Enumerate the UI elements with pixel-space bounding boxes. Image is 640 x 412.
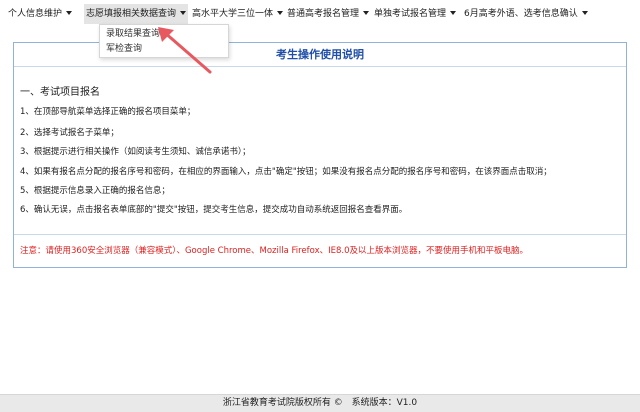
nav-college-exam-registration-menu[interactable]: 普通高考报名管理 [287, 7, 370, 21]
top-navigation-bar: 个人信息维护 志愿填报相关数据查询 高水平大学三位一体 普通高考报名管理 单独考… [0, 0, 640, 26]
nav-label: 高水平大学三位一体 [192, 9, 274, 19]
instruction-step: 6、确认无误，点击报名表单底部的"提交"按钮，提交考生信息，提交成功自动系统返回… [20, 205, 408, 215]
caret-down-icon [363, 10, 370, 15]
system-version-text: 系统版本：V1.0 [351, 398, 418, 408]
caret-down-icon [277, 10, 284, 15]
panel-divider [14, 234, 626, 235]
section-heading: 一、考试项目报名 [20, 87, 100, 98]
caret-down-icon [581, 10, 588, 15]
instructions-panel: 考生操作使用说明 一、考试项目报名 1、在顶部导航菜单选择正确的报名项目菜单； … [13, 42, 627, 268]
nav-high-level-university-menu[interactable]: 高水平大学三位一体 [192, 7, 284, 21]
footer: 浙江省教育考试院版权所有 © 系统版本：V1.0 [0, 394, 640, 412]
nav-label: 个人信息维护 [8, 9, 63, 19]
browser-notice: 注意：请使用360安全浏览器（兼容模式）、Google Chrome、Mozil… [20, 246, 529, 256]
dropdown-item-military-check-query[interactable]: 军检查询 [106, 43, 142, 55]
instruction-step: 2、选择考试报名子菜单； [20, 128, 119, 138]
caret-down-icon [180, 10, 187, 15]
nav-label: 6月高考外语、选考信息确认 [464, 9, 578, 19]
nav-personal-info-menu[interactable]: 个人信息维护 [8, 7, 73, 21]
caret-down-icon [66, 10, 73, 15]
nav-separate-exam-registration-menu[interactable]: 单独考试报名管理 [374, 7, 457, 21]
copyright-text: 浙江省教育考试院版权所有 © [222, 398, 343, 408]
nav-label: 志愿填报相关数据查询 [86, 9, 177, 19]
instruction-step: 5、根据提示信息录入正确的报名信息； [20, 186, 170, 196]
red-arrow-annotation [158, 27, 212, 74]
instruction-step: 1、在顶部导航菜单选择正确的报名项目菜单； [20, 107, 196, 117]
nav-june-exam-confirmation-menu[interactable]: 6月高考外语、选考信息确认 [464, 7, 588, 21]
nav-volunteer-data-query-menu[interactable]: 志愿填报相关数据查询 [84, 4, 189, 24]
caret-down-icon [450, 10, 457, 15]
nav-label: 单独考试报名管理 [374, 9, 447, 19]
instruction-step: 3、根据提示进行相关操作（如阅读考生须知、诚信承诺书）； [20, 147, 251, 157]
nav-label: 普通高考报名管理 [287, 9, 360, 19]
instruction-step: 4、如果有报名点分配的报名序号和密码，在相应的界面输入，点击"确定"按钮；如果没… [20, 167, 552, 177]
